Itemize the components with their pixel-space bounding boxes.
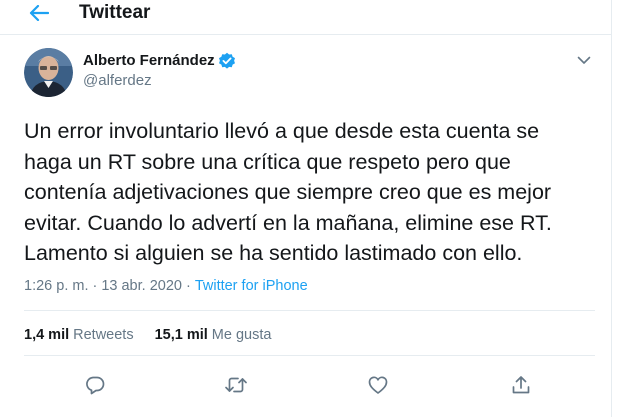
divider (24, 310, 595, 311)
meta-separator: · (185, 278, 191, 294)
author-name[interactable]: Alberto Fernández (83, 51, 215, 71)
page-title: Twittear (79, 2, 151, 23)
avatar[interactable] (24, 48, 73, 97)
retweet-icon (225, 377, 247, 393)
reply-icon (86, 376, 105, 395)
tweet-actions (0, 370, 611, 400)
likes-label: Me gusta (211, 327, 272, 343)
meta-separator: · (92, 278, 98, 294)
like-button[interactable] (363, 370, 393, 400)
reply-button[interactable] (80, 370, 110, 400)
chevron-down-icon (577, 56, 591, 64)
tweet-meta: 1:26 p. m. · 13 abr. 2020 · Twitter for … (24, 276, 308, 296)
share-button[interactable] (506, 370, 536, 400)
tweet-stats: 1,4 mil Retweets 15,1 mil Me gusta (24, 325, 271, 345)
tweet-text: Un error involuntario llevó a que desde … (24, 119, 552, 265)
divider (24, 355, 595, 356)
tweet-date[interactable]: 13 abr. 2020 (101, 276, 182, 296)
tweet-page: Twittear Alberto Fernández @alferdez Un … (0, 0, 612, 417)
tweet-source-link[interactable]: Twitter for iPhone (195, 276, 308, 296)
retweets-count: 1,4 mil (24, 327, 70, 343)
retweet-button[interactable] (221, 370, 251, 400)
share-icon (512, 376, 530, 394)
likes-stat[interactable]: 15,1 mil Me gusta (155, 325, 272, 345)
arrow-left-icon (29, 5, 49, 21)
retweets-stat[interactable]: 1,4 mil Retweets (24, 325, 134, 345)
back-button[interactable] (24, 0, 54, 26)
verified-badge-icon (218, 52, 236, 70)
more-options-button[interactable] (574, 52, 594, 68)
retweets-label: Retweets (73, 327, 134, 343)
top-header: Twittear (0, 0, 611, 35)
tweet-time[interactable]: 1:26 p. m. (24, 276, 88, 296)
author-handle[interactable]: @alferdez (83, 71, 152, 91)
likes-count: 15,1 mil (154, 327, 208, 343)
like-icon (368, 376, 388, 394)
user-avatar-icon (24, 48, 73, 97)
author-name-row[interactable]: Alberto Fernández (83, 51, 236, 71)
